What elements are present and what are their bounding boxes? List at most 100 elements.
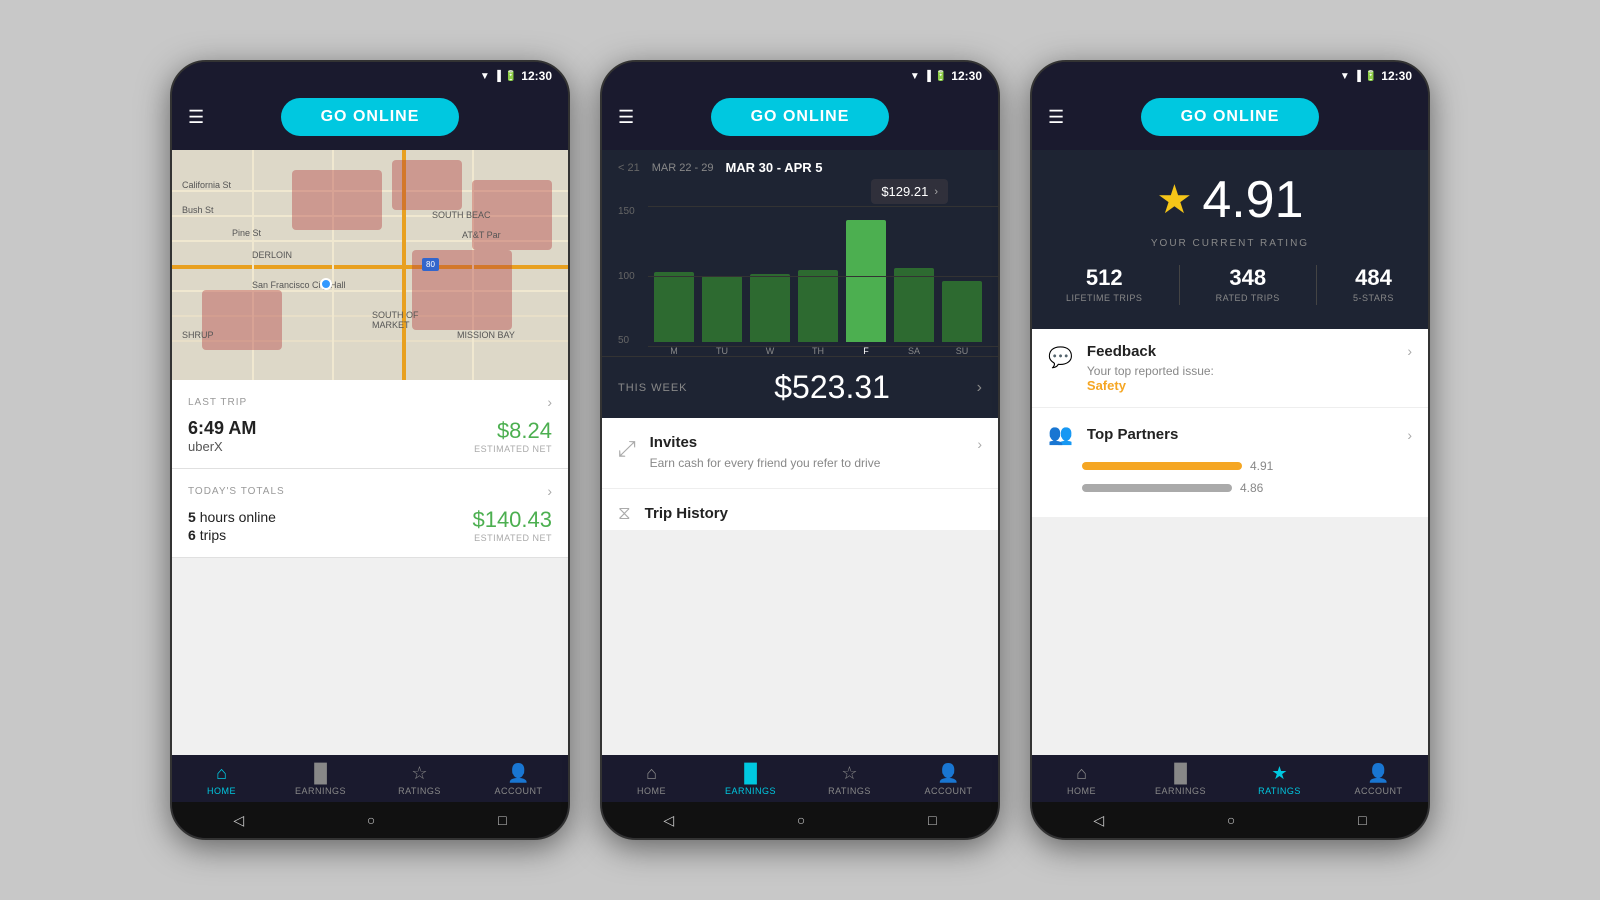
feedback-desc: Your top reported issue: Safety	[1087, 364, 1393, 393]
earnings-icon-3: ▐▌	[1168, 763, 1194, 784]
stat-divider-1	[1179, 265, 1180, 305]
y-label-50: 50	[618, 335, 635, 346]
menu-icon-1[interactable]: ☰	[188, 107, 204, 128]
home-btn-3[interactable]: ○	[1227, 812, 1235, 828]
go-online-btn-2[interactable]: GO ONLINE	[711, 98, 890, 136]
star-icon: ★	[1156, 177, 1192, 223]
ratings-label-3: RATINGS	[1258, 786, 1301, 796]
android-nav-1: ◁ ○ □	[172, 802, 568, 838]
totals-header: TODAY'S TOTALS ›	[188, 483, 552, 499]
recents-btn-2[interactable]: □	[928, 812, 936, 828]
android-nav-3: ◁ ○ □	[1032, 802, 1428, 838]
map-highlight-1	[292, 170, 382, 230]
popup-wrap: $129.21 ›	[602, 179, 998, 204]
ratings-icon-1: ☆	[411, 763, 427, 784]
nav-ratings-3[interactable]: ★ RATINGS	[1250, 763, 1310, 796]
partner-bar-row-1: 4.91	[1048, 459, 1412, 473]
back-btn-2[interactable]: ◁	[663, 812, 674, 829]
feedback-issue: Safety	[1087, 378, 1126, 393]
nav-home-1[interactable]: ⌂ HOME	[192, 763, 252, 796]
total-amount-label: ESTIMATED NET	[472, 533, 552, 543]
go-online-btn-3[interactable]: GO ONLINE	[1141, 98, 1320, 136]
totals-left: 5 hours online 6 trips	[188, 509, 276, 543]
map-area: California St Bush St Pine St DERLOIN Sa…	[172, 150, 568, 380]
recents-btn-3[interactable]: □	[1358, 812, 1366, 828]
rating-main: ★ 4.91	[1156, 170, 1303, 230]
y-axis: 150 100 50	[618, 206, 635, 346]
map-label-6: SHRUP	[182, 330, 214, 340]
account-icon-2: 👤	[937, 763, 959, 784]
ratings-label-1: RATINGS	[398, 786, 441, 796]
account-label-1: ACCOUNT	[495, 786, 543, 796]
this-week-row[interactable]: THIS WEEK $523.31 ›	[602, 356, 998, 418]
bottom-nav-1: ⌂ HOME ▐▌ EARNINGS ☆ RATINGS 👤 ACCOUNT	[172, 755, 568, 802]
partner-score-2: 4.86	[1240, 481, 1263, 495]
nav-account-1[interactable]: 👤 ACCOUNT	[489, 763, 549, 796]
partners-chevron[interactable]: ›	[1407, 427, 1412, 443]
battery-icon-2: 🔋	[935, 71, 947, 82]
back-btn-1[interactable]: ◁	[233, 812, 244, 829]
nav-account-3[interactable]: 👤 ACCOUNT	[1349, 763, 1409, 796]
phone-content-3: ★ 4.91 YOUR CURRENT RATING 512 LIFETIME …	[1032, 150, 1428, 755]
nav-earnings-1[interactable]: ▐▌ EARNINGS	[291, 763, 351, 796]
invite-title: Invites	[650, 434, 964, 451]
week-prev[interactable]: < 21	[618, 162, 640, 174]
status-time-1: 12:30	[521, 69, 552, 83]
status-bar-1: ▼ ▐ 🔋 12:30	[172, 62, 568, 90]
trip-history-card[interactable]: ⧖ Trip History	[602, 489, 998, 530]
home-label-3: HOME	[1067, 786, 1096, 796]
rating-stats: 512 LIFETIME TRIPS 348 RATED TRIPS 484 5…	[1048, 265, 1412, 305]
go-online-btn-1[interactable]: GO ONLINE	[281, 98, 460, 136]
home-btn-2[interactable]: ○	[797, 812, 805, 828]
map-highlight-5	[202, 290, 282, 350]
battery-icon-3: 🔋	[1365, 71, 1377, 82]
status-time-3: 12:30	[1381, 69, 1412, 83]
feedback-card[interactable]: 💬 Feedback Your top reported issue: Safe…	[1032, 329, 1428, 408]
popup-amount: $129.21	[881, 184, 928, 199]
week-current[interactable]: MAR 30 - APR 5	[725, 160, 822, 175]
y-label-100: 100	[618, 271, 635, 282]
home-icon-1: ⌂	[216, 763, 227, 784]
trip-amount-label: ESTIMATED NET	[474, 444, 552, 454]
nav-home-2[interactable]: ⌂ HOME	[622, 763, 682, 796]
signal-icon-3: ▐	[1354, 71, 1361, 82]
bar-label-m: M	[670, 346, 678, 356]
lifetime-trips-stat: 512 LIFETIME TRIPS	[1066, 265, 1142, 305]
menu-icon-2[interactable]: ☰	[618, 107, 634, 128]
nav-account-2[interactable]: 👤 ACCOUNT	[919, 763, 979, 796]
highway-sign: 80	[422, 258, 439, 271]
nav-ratings-1[interactable]: ☆ RATINGS	[390, 763, 450, 796]
signal-icon-2: ▐	[924, 71, 931, 82]
account-icon-1: 👤	[507, 763, 529, 784]
invites-card[interactable]: ⤢ Invites Earn cash for every friend you…	[602, 418, 998, 489]
trip-amount-value: $8.24	[474, 418, 552, 444]
last-trip-chevron[interactable]: ›	[547, 394, 552, 410]
recents-btn-1[interactable]: □	[498, 812, 506, 828]
phone-content-2: < 21 MAR 22 - 29 MAR 30 - APR 5 $129.21 …	[602, 150, 998, 755]
home-btn-1[interactable]: ○	[367, 812, 375, 828]
feedback-text-area: Feedback Your top reported issue: Safety	[1087, 343, 1393, 393]
nav-ratings-2[interactable]: ☆ RATINGS	[820, 763, 880, 796]
last-trip-header: LAST TRIP ›	[188, 394, 552, 410]
week-mid[interactable]: MAR 22 - 29	[652, 162, 714, 174]
nav-home-3[interactable]: ⌂ HOME	[1052, 763, 1112, 796]
earnings-popup[interactable]: $129.21 ›	[871, 179, 948, 204]
map-label-1: California St	[182, 180, 231, 190]
nav-earnings-3[interactable]: ▐▌ EARNINGS	[1151, 763, 1211, 796]
rated-trips-stat: 348 RATED TRIPS	[1216, 265, 1280, 305]
share-icon: ⤢	[618, 436, 636, 462]
nav-earnings-2[interactable]: ▐▌ EARNINGS	[721, 763, 781, 796]
phone-3: ▼ ▐ 🔋 12:30 ☰ GO ONLINE ★ 4.91 YOUR CURR…	[1030, 60, 1430, 840]
back-btn-3[interactable]: ◁	[1093, 812, 1104, 829]
partner-bar-row-2: 4.86	[1048, 481, 1412, 495]
earnings-label-3: EARNINGS	[1155, 786, 1206, 796]
menu-icon-3[interactable]: ☰	[1048, 107, 1064, 128]
phone-header-2: ☰ GO ONLINE	[602, 90, 998, 150]
grid-50	[648, 346, 998, 347]
totals-chevron[interactable]: ›	[547, 483, 552, 499]
total-amount-area: $140.43 ESTIMATED NET	[472, 507, 552, 543]
rating-subtitle: YOUR CURRENT RATING	[1151, 238, 1309, 249]
grid-100	[648, 276, 998, 277]
partner-bar-gold	[1082, 462, 1242, 470]
bar-label-w: W	[766, 346, 775, 356]
